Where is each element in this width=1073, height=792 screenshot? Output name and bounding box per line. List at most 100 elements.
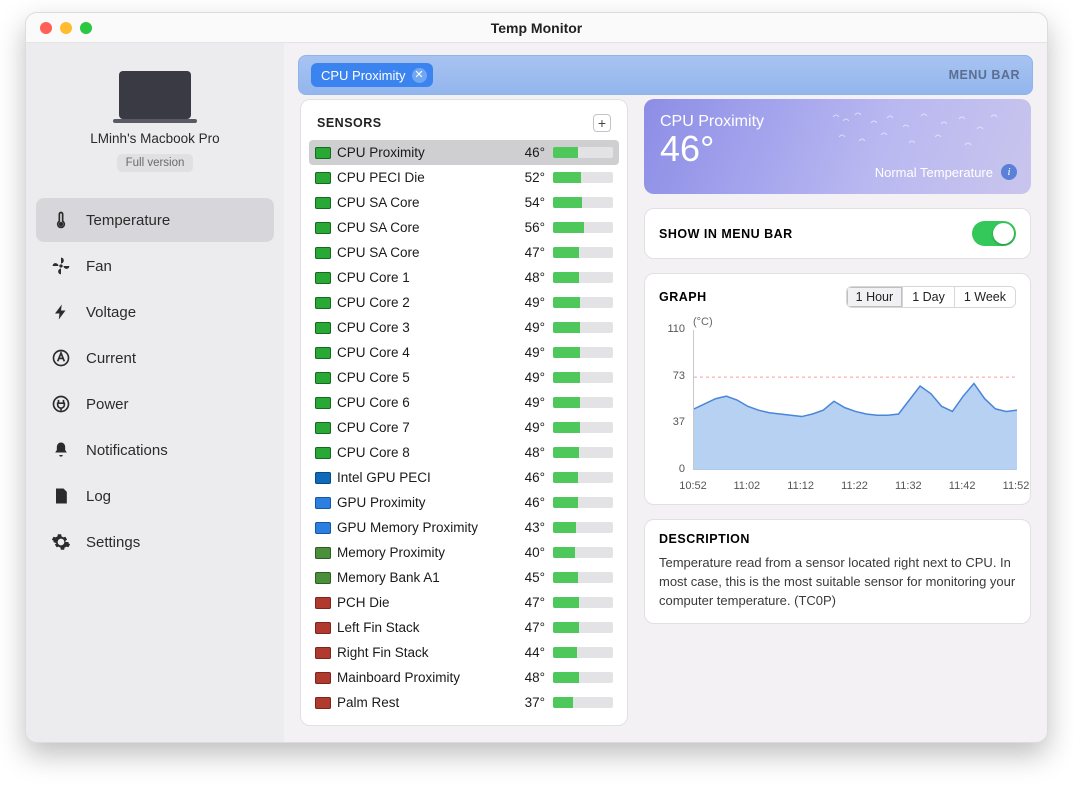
sensor-row[interactable]: CPU Core 749° bbox=[309, 415, 619, 440]
sensor-row[interactable]: GPU Memory Proximity43° bbox=[309, 515, 619, 540]
filter-chip-label: CPU Proximity bbox=[321, 68, 406, 83]
sensor-row[interactable]: Memory Proximity40° bbox=[309, 540, 619, 565]
sensor-row[interactable]: PCH Die47° bbox=[309, 590, 619, 615]
sensors-panel: SENSORS + CPU Proximity46°CPU PECI Die52… bbox=[300, 99, 628, 726]
sensor-name: PCH Die bbox=[337, 595, 511, 610]
graph-card: GRAPH 1 Hour1 Day1 Week (°C) 0377311010:… bbox=[644, 273, 1031, 505]
sensor-bar bbox=[553, 297, 613, 308]
add-sensor-button[interactable]: + bbox=[593, 114, 611, 132]
sensor-value: 48° bbox=[511, 270, 545, 285]
sensor-value: 49° bbox=[511, 295, 545, 310]
sensor-list[interactable]: CPU Proximity46°CPU PECI Die52°CPU SA Co… bbox=[309, 140, 619, 715]
menu-bar-label[interactable]: MENU BAR bbox=[949, 68, 1020, 82]
hero-status: Normal Temperature i bbox=[875, 164, 1017, 180]
sensor-chip-icon bbox=[315, 572, 331, 584]
sensor-row[interactable]: CPU Core 549° bbox=[309, 365, 619, 390]
graph-range-1week[interactable]: 1 Week bbox=[954, 287, 1015, 307]
close-window-button[interactable] bbox=[40, 22, 52, 34]
sensor-row[interactable]: Right Fin Stack44° bbox=[309, 640, 619, 665]
sensor-bar bbox=[553, 172, 613, 183]
graph-range-1hour[interactable]: 1 Hour bbox=[847, 287, 903, 307]
sensor-bar bbox=[553, 197, 613, 208]
graph-range-segmented[interactable]: 1 Hour1 Day1 Week bbox=[846, 286, 1016, 308]
sensor-row[interactable]: CPU Core 848° bbox=[309, 440, 619, 465]
sidebar-item-voltage[interactable]: Voltage bbox=[36, 290, 274, 334]
sensor-value: 46° bbox=[511, 495, 545, 510]
graph-label: GRAPH bbox=[659, 290, 707, 304]
sensor-name: Memory Bank A1 bbox=[337, 570, 511, 585]
sidebar-item-notifications[interactable]: Notifications bbox=[36, 428, 274, 472]
sensor-row[interactable]: Mainboard Proximity48° bbox=[309, 665, 619, 690]
sensor-row[interactable]: CPU Core 649° bbox=[309, 390, 619, 415]
version-badge[interactable]: Full version bbox=[117, 154, 194, 172]
sensor-bar bbox=[553, 472, 613, 483]
graph-y-tick: 73 bbox=[659, 370, 685, 382]
sensor-value: 49° bbox=[511, 345, 545, 360]
minimize-window-button[interactable] bbox=[60, 22, 72, 34]
sensor-bar bbox=[553, 572, 613, 583]
sensor-row[interactable]: GPU Proximity46° bbox=[309, 490, 619, 515]
description-label: DESCRIPTION bbox=[659, 532, 1016, 546]
filter-chip[interactable]: CPU Proximity ✕ bbox=[311, 63, 433, 87]
sensor-name: CPU Proximity bbox=[337, 145, 511, 160]
sensor-row[interactable]: CPU PECI Die52° bbox=[309, 165, 619, 190]
filter-chip-remove-icon[interactable]: ✕ bbox=[412, 68, 427, 83]
sidebar-item-log[interactable]: LOGLog bbox=[36, 474, 274, 518]
show-in-menu-bar-label: SHOW IN MENU BAR bbox=[659, 227, 793, 241]
sensor-row[interactable]: Intel GPU PECI46° bbox=[309, 465, 619, 490]
filter-bar[interactable]: CPU Proximity ✕ MENU BAR bbox=[298, 55, 1033, 95]
sensor-row[interactable]: CPU SA Core47° bbox=[309, 240, 619, 265]
window-title: Temp Monitor bbox=[26, 20, 1047, 36]
show-in-menu-bar-toggle[interactable] bbox=[972, 221, 1016, 246]
main-content: CPU Proximity ✕ MENU BAR SENSORS + CPU P… bbox=[284, 43, 1047, 742]
sensor-name: CPU Core 3 bbox=[337, 320, 511, 335]
sensor-chip-icon bbox=[315, 522, 331, 534]
sensor-name: GPU Proximity bbox=[337, 495, 511, 510]
sensor-value: 44° bbox=[511, 645, 545, 660]
sensor-row[interactable]: CPU SA Core56° bbox=[309, 215, 619, 240]
log-icon: LOG bbox=[50, 485, 72, 507]
sensor-name: GPU Memory Proximity bbox=[337, 520, 511, 535]
sensor-bar bbox=[553, 397, 613, 408]
graph-x-tick: 11:32 bbox=[895, 480, 922, 492]
sensor-value: 56° bbox=[511, 220, 545, 235]
sensor-name: Intel GPU PECI bbox=[337, 470, 511, 485]
plug-icon bbox=[50, 393, 72, 415]
bell-icon bbox=[50, 439, 72, 461]
sidebar-item-temperature[interactable]: Temperature bbox=[36, 198, 274, 242]
sensor-chip-icon bbox=[315, 397, 331, 409]
sensor-row[interactable]: CPU Core 449° bbox=[309, 340, 619, 365]
sensor-row[interactable]: Palm Rest37° bbox=[309, 690, 619, 715]
sidebar-item-fan[interactable]: Fan bbox=[36, 244, 274, 288]
sensor-row[interactable]: CPU Core 148° bbox=[309, 265, 619, 290]
thermometer-icon bbox=[50, 209, 72, 231]
sensor-bar bbox=[553, 672, 613, 683]
sensor-value: 54° bbox=[511, 195, 545, 210]
sensor-name: Memory Proximity bbox=[337, 545, 511, 560]
sensor-value: 48° bbox=[511, 670, 545, 685]
info-icon[interactable]: i bbox=[1001, 164, 1017, 180]
sensor-bar bbox=[553, 497, 613, 508]
sidebar-item-label: Notifications bbox=[86, 442, 168, 459]
sidebar-item-power[interactable]: Power bbox=[36, 382, 274, 426]
sensor-row[interactable]: Memory Bank A145° bbox=[309, 565, 619, 590]
graph-x-tick: 11:22 bbox=[841, 480, 868, 492]
sensor-row[interactable]: CPU Proximity46° bbox=[309, 140, 619, 165]
sidebar-item-label: Voltage bbox=[86, 304, 136, 321]
app-window: Temp Monitor LMinh's Macbook Pro Full ve… bbox=[25, 12, 1048, 743]
graph-plot bbox=[693, 330, 1016, 470]
sensor-bar bbox=[553, 447, 613, 458]
description-card: DESCRIPTION Temperature read from a sens… bbox=[644, 519, 1031, 624]
sensor-row[interactable]: CPU Core 249° bbox=[309, 290, 619, 315]
sensor-row[interactable]: CPU Core 349° bbox=[309, 315, 619, 340]
sidebar-item-current[interactable]: Current bbox=[36, 336, 274, 380]
sidebar-item-settings[interactable]: Settings bbox=[36, 520, 274, 564]
sensor-row[interactable]: Left Fin Stack47° bbox=[309, 615, 619, 640]
sensor-value: 37° bbox=[511, 695, 545, 710]
graph-range-1day[interactable]: 1 Day bbox=[902, 287, 954, 307]
sidebar-item-label: Settings bbox=[86, 534, 140, 551]
sensor-chip-icon bbox=[315, 447, 331, 459]
sensor-row[interactable]: CPU SA Core54° bbox=[309, 190, 619, 215]
fullscreen-window-button[interactable] bbox=[80, 22, 92, 34]
sensor-chip-icon bbox=[315, 297, 331, 309]
